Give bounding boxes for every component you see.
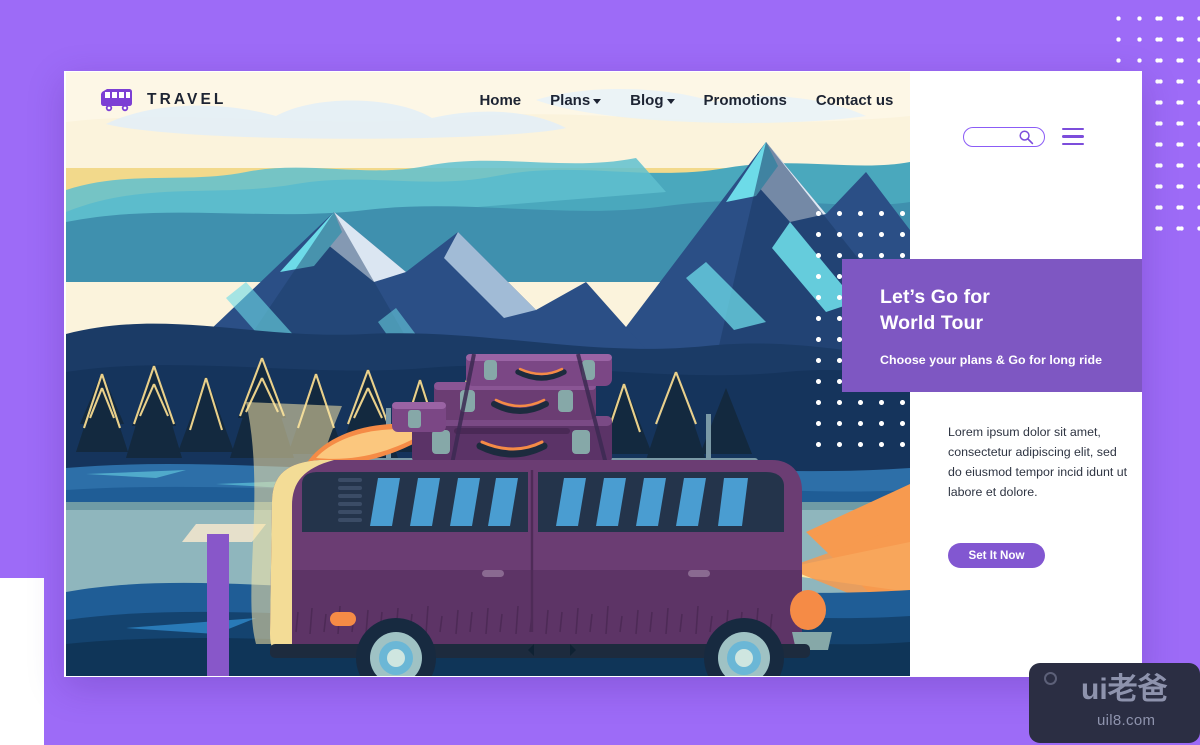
search-icon[interactable] bbox=[1018, 129, 1034, 145]
decor-white-square-bottom-left bbox=[0, 578, 44, 745]
main-navigation: Home Plans Blog Promotions Contact us bbox=[479, 92, 893, 109]
chevron-down-icon bbox=[593, 99, 602, 104]
nav-item-home[interactable]: Home bbox=[479, 92, 521, 109]
watermark-ring-icon bbox=[1044, 672, 1057, 685]
hamburger-bar bbox=[1062, 135, 1084, 138]
hero-title: Let’s Go for World Tour bbox=[880, 285, 1142, 336]
bus-icon bbox=[101, 89, 132, 112]
watermark-badge: ui老爸 uil8.com bbox=[1029, 663, 1200, 743]
chevron-down-icon bbox=[666, 99, 675, 104]
body-paragraph: Lorem ipsum dolor sit amet, consectetur … bbox=[948, 425, 1128, 499]
nav-item-home-label: Home bbox=[479, 91, 522, 109]
brand-logo[interactable]: TRAVEL bbox=[99, 88, 226, 112]
hero-title-line-1: Let’s Go for bbox=[880, 286, 990, 308]
set-it-now-button[interactable]: Set It Now bbox=[948, 543, 1045, 568]
nav-item-blog[interactable]: Blog bbox=[630, 91, 675, 109]
hamburger-bar bbox=[1062, 142, 1084, 145]
hamburger-bar bbox=[1062, 128, 1084, 131]
nav-item-promotions-label: Promotions bbox=[703, 91, 787, 109]
nav-item-contact-us[interactable]: Contact us bbox=[816, 92, 894, 109]
nav-item-promotions[interactable]: Promotions bbox=[704, 92, 787, 109]
nav-item-plans[interactable]: Plans bbox=[550, 91, 602, 109]
nav-item-contact-label: Contact us bbox=[815, 91, 894, 109]
nav-item-blog-label: Blog bbox=[630, 91, 664, 109]
screenshot-root: TRAVEL Home Plans Blog Promotions Contac… bbox=[0, 0, 1200, 745]
watermark-url: uil8.com bbox=[1097, 712, 1156, 729]
hero-subtitle: Choose your plans & Go for long ride bbox=[880, 353, 1103, 368]
hero-title-line-2: World Tour bbox=[880, 311, 984, 334]
hamburger-menu-icon[interactable] bbox=[1062, 128, 1084, 145]
decor-dot-grid-top-right-extended bbox=[1147, 8, 1200, 240]
hero-headline-card: Let’s Go for World Tour Choose your plan… bbox=[842, 259, 1142, 392]
nav-item-plans-label: Plans bbox=[550, 91, 591, 109]
brand-name: TRAVEL bbox=[147, 91, 227, 108]
watermark-title: ui老爸 bbox=[1081, 673, 1168, 706]
hero-illustration bbox=[66, 72, 910, 676]
